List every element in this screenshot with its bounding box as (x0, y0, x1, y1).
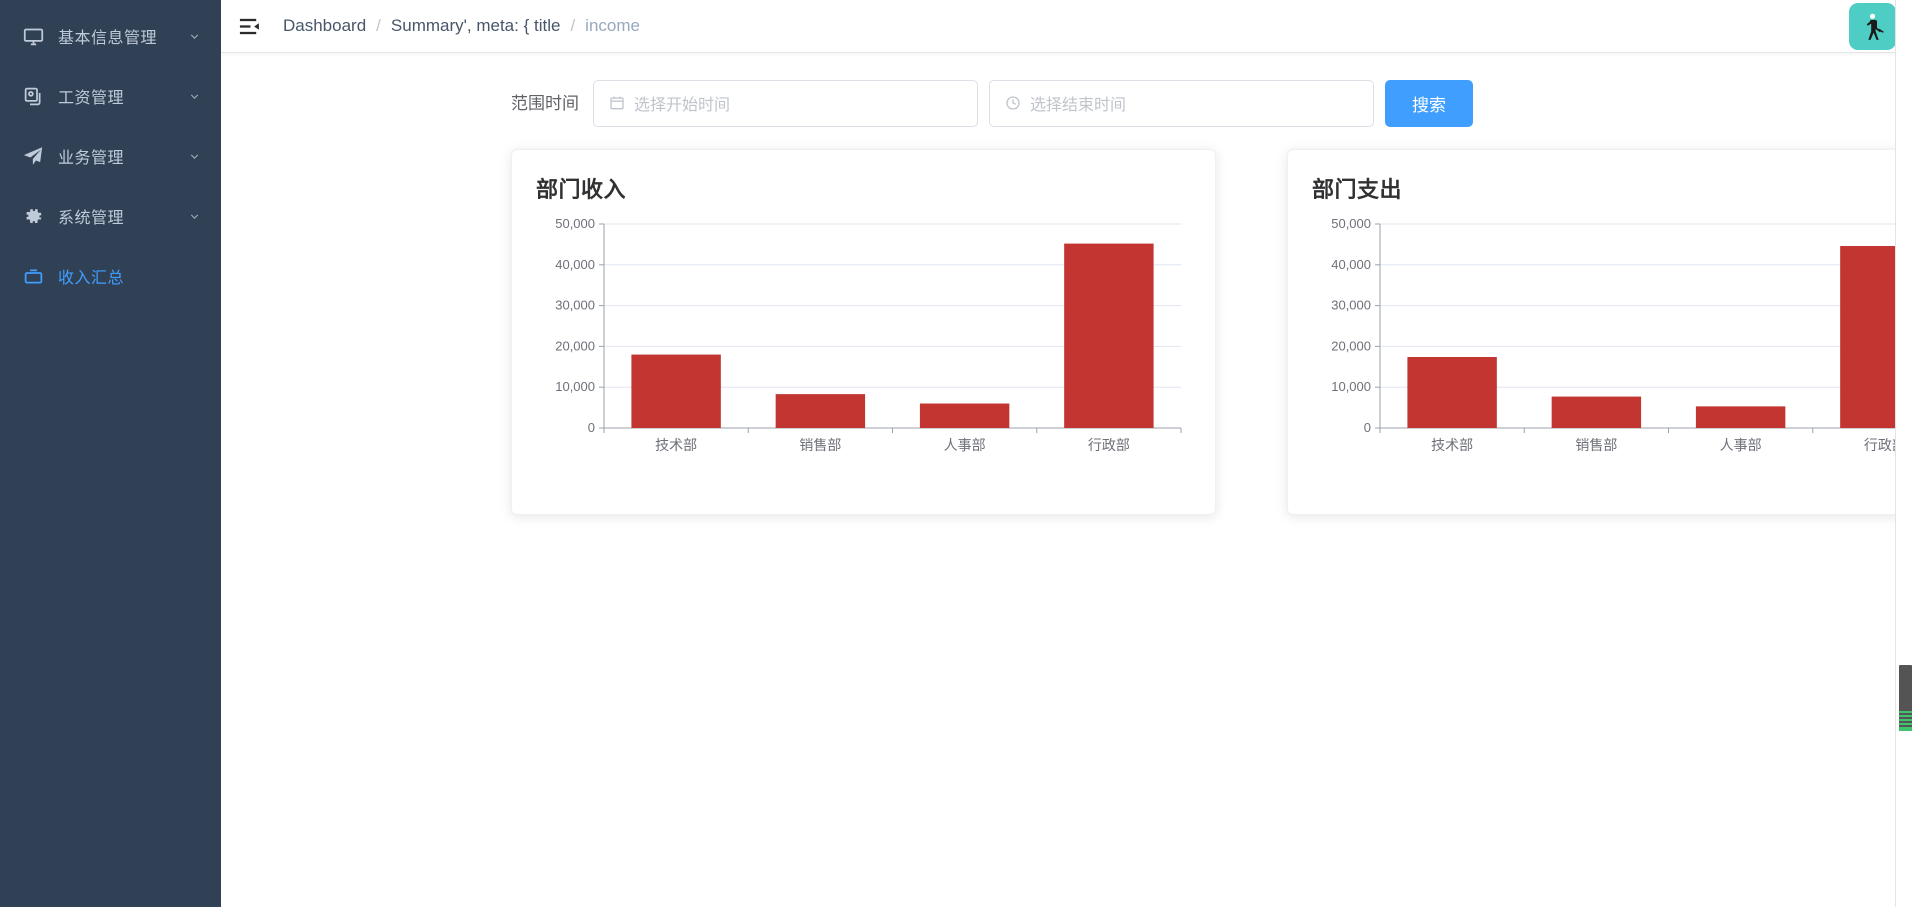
svg-text:10,000: 10,000 (1331, 379, 1371, 394)
svg-text:销售部: 销售部 (799, 437, 841, 453)
svg-text:50,000: 50,000 (1331, 216, 1371, 231)
clock-icon (1004, 95, 1021, 112)
calendar-icon (608, 95, 625, 112)
scrollbar-thumb-marker (1899, 711, 1912, 731)
chart-canvas: 0 10,000 20,000 30,000 40,000 50,000 技术部 销售部 人事部… (555, 216, 1182, 453)
page-scrollbar[interactable] (1895, 0, 1914, 907)
main-container: Dashboard / Summary', meta: { title / in… (221, 0, 1914, 907)
avatar[interactable] (1849, 3, 1896, 50)
start-time-placeholder: 选择开始时间 (634, 97, 731, 114)
svg-text:30,000: 30,000 (555, 298, 595, 313)
breadcrumb: Dashboard / Summary', meta: { title / in… (283, 16, 640, 36)
end-time-placeholder: 选择结束时间 (1030, 97, 1127, 114)
chevron-down-icon (187, 89, 201, 103)
avatar-dropdown[interactable] (1849, 0, 1910, 53)
paper-plane-icon (22, 145, 44, 167)
breadcrumb-item-income: income (585, 16, 640, 35)
svg-text:行政部: 行政部 (1088, 437, 1130, 453)
sidebar-item-label: 基本信息管理 (58, 30, 158, 47)
top-navbar: Dashboard / Summary', meta: { title / in… (221, 0, 1914, 53)
start-time-input[interactable]: 选择开始时间 (593, 79, 978, 127)
search-button[interactable]: 搜索 (1385, 79, 1473, 127)
svg-text:技术部: 技术部 (655, 437, 697, 453)
svg-text:20,000: 20,000 (555, 338, 595, 353)
card-title: 部门支出 (1312, 177, 1403, 202)
page-content: 范围时间 选择开始时间 选择结束时间 搜索 部门收入 0 10,000 20,0… (221, 53, 1914, 907)
svg-text:40,000: 40,000 (555, 257, 595, 272)
chevron-down-icon (187, 29, 201, 43)
sidebar-item-label: 系统管理 (58, 210, 125, 227)
sidebar-item-salary[interactable]: 工资管理 (0, 66, 221, 126)
sidebar-item-label: 收入汇总 (58, 270, 125, 287)
svg-text:10,000: 10,000 (555, 379, 595, 394)
briefcase-icon (22, 265, 44, 287)
copy-documents-icon (22, 85, 44, 107)
svg-text:30,000: 30,000 (1331, 298, 1371, 313)
end-time-input[interactable]: 选择结束时间 (989, 79, 1374, 127)
svg-text:20,000: 20,000 (1331, 338, 1371, 353)
income-bar-chart[interactable]: 0 10,000 20,000 30,000 40,000 50,000 技术部 销售部 人事部… (536, 210, 1191, 476)
sidebar-item-business[interactable]: 业务管理 (0, 126, 221, 186)
breadcrumb-separator: / (570, 16, 576, 35)
breadcrumb-item-summary[interactable]: Summary', meta: { title (391, 16, 561, 36)
svg-text:50,000: 50,000 (555, 216, 595, 231)
gear-icon (22, 205, 44, 227)
chart-canvas: 0 10,000 20,000 30,000 40,000 50,000 技术部 销售部 人事部… (1331, 216, 1914, 453)
svg-text:人事部: 人事部 (944, 437, 986, 453)
card-title: 部门收入 (536, 177, 627, 202)
date-range-label: 范围时间 (511, 93, 579, 113)
svg-text:技术部: 技术部 (1431, 437, 1473, 453)
sidebar-item-income-summary[interactable]: 收入汇总 (0, 246, 221, 306)
sidebar: 基本信息管理 工资管理 业务管理 系统管理 收入汇总 (0, 0, 221, 907)
monitor-icon (22, 25, 44, 47)
scrollbar-thumb[interactable] (1899, 665, 1912, 731)
chevron-down-icon (187, 209, 201, 223)
svg-text:人事部: 人事部 (1720, 437, 1762, 453)
sidebar-item-basic-info[interactable]: 基本信息管理 (0, 6, 221, 66)
sidebar-item-system[interactable]: 系统管理 (0, 186, 221, 246)
svg-text:0: 0 (1364, 420, 1371, 435)
sidebar-item-label: 业务管理 (58, 150, 125, 167)
income-chart-card: 部门收入 0 10,000 20,000 30,000 40,000 50,000 技术部 销… (511, 149, 1216, 515)
charts-row: 部门收入 0 10,000 20,000 30,000 40,000 50,000 技术部 销… (221, 131, 1914, 515)
breadcrumb-item-dashboard[interactable]: Dashboard (283, 16, 366, 36)
svg-text:销售部: 销售部 (1575, 437, 1617, 453)
expense-chart-card: 部门支出 0 10,000 20,000 30,000 40,000 50,000 技术部 销… (1287, 149, 1914, 515)
filter-bar: 范围时间 选择开始时间 选择结束时间 搜索 (221, 53, 1914, 131)
svg-text:0: 0 (588, 420, 595, 435)
chevron-down-icon (187, 149, 201, 163)
expense-bar-chart[interactable]: 0 10,000 20,000 30,000 40,000 50,000 技术部 销售部 人事部… (1312, 210, 1914, 476)
breadcrumb-separator: / (376, 16, 381, 35)
sidebar-item-label: 工资管理 (58, 90, 125, 107)
hamburger-fold-icon[interactable] (229, 0, 269, 53)
app-root: 基本信息管理 工资管理 业务管理 系统管理 收入汇总 Dashboard / S… (0, 0, 1914, 907)
svg-text:40,000: 40,000 (1331, 257, 1371, 272)
